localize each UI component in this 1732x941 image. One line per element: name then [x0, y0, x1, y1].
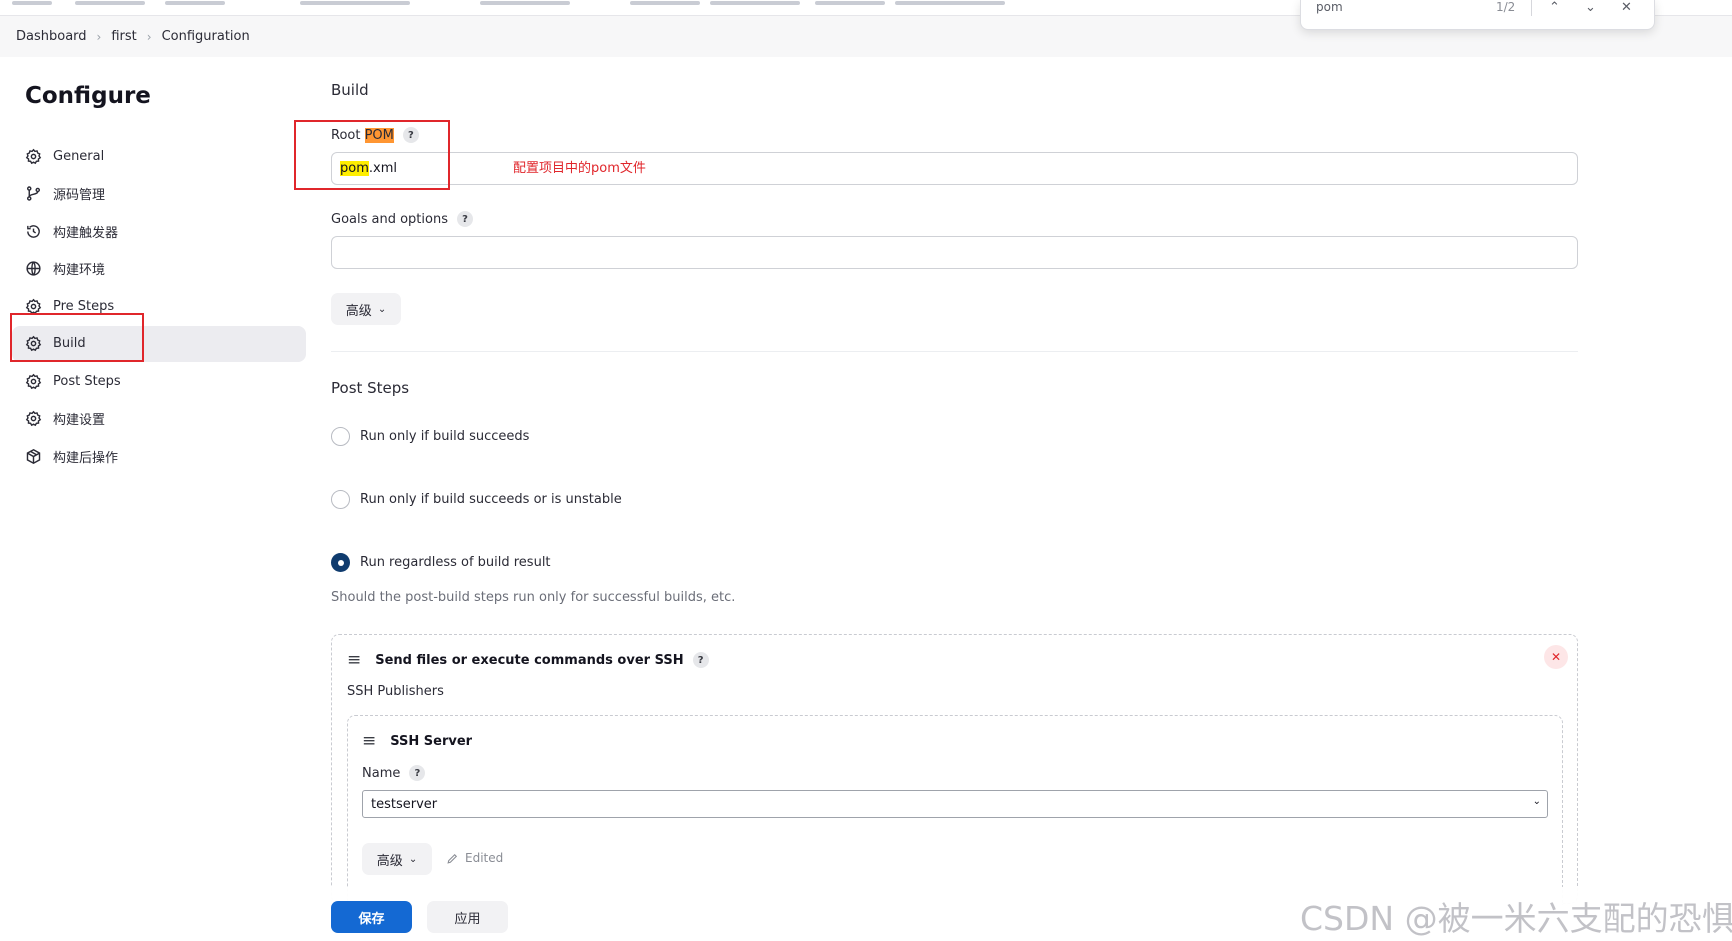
goals-label-text: Goals and options	[331, 211, 448, 227]
gear-icon	[25, 373, 42, 389]
radio-label: Run only if build succeeds	[360, 429, 530, 444]
gear-icon	[25, 148, 42, 164]
gear-icon	[25, 410, 42, 427]
chevron-down-icon: ⌄	[408, 853, 418, 865]
sidebar-item-general[interactable]: General	[12, 138, 306, 174]
find-divider	[1531, 0, 1532, 16]
sidebar-item-label: 源码管理	[53, 188, 106, 203]
advanced-button-label: 高级	[345, 303, 372, 319]
radio-label: Run regardless of build result	[360, 555, 551, 570]
sidebar-item-post-steps[interactable]: Post Steps	[12, 363, 306, 399]
post-steps-section-title: Post Steps	[331, 379, 410, 397]
sidebar-item-label: 构建环境	[53, 263, 106, 278]
sidebar-item-scm[interactable]: 源码管理	[12, 176, 306, 212]
server-name-value: testserver	[371, 796, 438, 812]
sidebar-item-post-build-actions[interactable]: 构建后操作	[12, 438, 306, 474]
server-name-label: Name ?	[362, 765, 426, 781]
close-icon[interactable]: ✕	[1544, 645, 1568, 669]
sidebar-item-environment[interactable]: 构建环境	[12, 251, 306, 287]
server-name-label-text: Name	[362, 765, 401, 781]
find-in-page-bar: pom 1/2 ⌃ ⌄ ✕	[1300, 0, 1655, 30]
ssh-card-title-text: Send files or execute commands over SSH	[375, 652, 684, 668]
annotation-box-root-pom	[294, 120, 450, 190]
breadcrumb-first[interactable]: first	[111, 29, 136, 44]
radio-run-if-succeeds-or-unstable[interactable]: Run only if build succeeds or is unstabl…	[331, 490, 622, 509]
radio-run-regardless[interactable]: Run regardless of build result	[331, 553, 551, 572]
breadcrumb-separator-icon: ›	[146, 29, 152, 44]
radio-label: Run only if build succeeds or is unstabl…	[360, 492, 622, 507]
help-icon[interactable]: ?	[409, 765, 426, 781]
section-divider	[331, 351, 1578, 352]
goals-input[interactable]	[331, 236, 1578, 269]
branch-icon	[26, 186, 41, 201]
ssh-server-card: ≡ SSH Server Name ? testserver ⌄ 高级 ⌄ Ed…	[347, 715, 1563, 905]
goals-label: Goals and options ?	[331, 211, 473, 227]
edited-indicator: Edited	[446, 851, 503, 865]
chevron-down-icon: ⌄	[377, 303, 387, 315]
sidebar-item-triggers[interactable]: 构建触发器	[12, 213, 306, 249]
pencil-icon	[447, 853, 458, 864]
advanced-button-label: 高级	[376, 853, 403, 869]
server-advanced-button[interactable]: 高级 ⌄	[362, 843, 432, 875]
radio-button[interactable]	[331, 490, 350, 509]
help-icon[interactable]: ?	[456, 211, 473, 227]
annotation-box-build	[10, 313, 144, 362]
sidebar-item-label: 构建后操作	[53, 450, 119, 466]
sidebar-item-label: Post Steps	[53, 373, 121, 389]
breadcrumb-separator-icon: ›	[96, 29, 102, 44]
ssh-publishers-label: SSH Publishers	[347, 684, 444, 699]
radio-button-checked[interactable]	[331, 553, 350, 572]
ssh-server-title-text: SSH Server	[390, 733, 473, 749]
advanced-button[interactable]: 高级 ⌄	[331, 293, 401, 325]
sidebar-title: Configure	[25, 83, 151, 109]
globe-icon	[26, 261, 41, 276]
build-section-title: Build	[331, 81, 369, 99]
radio-button[interactable]	[331, 427, 350, 446]
breadcrumb-dashboard[interactable]: Dashboard	[16, 29, 87, 44]
find-input[interactable]: pom	[1316, 0, 1343, 14]
help-icon[interactable]: ?	[692, 652, 709, 668]
ssh-card-title: ≡ Send files or execute commands over SS…	[347, 650, 709, 670]
radio-run-if-succeeds[interactable]: Run only if build succeeds	[331, 427, 529, 446]
save-button[interactable]: 保存	[331, 901, 412, 933]
edited-label: Edited	[465, 851, 504, 865]
sidebar-item-label: 构建设置	[53, 413, 106, 428]
sidebar-nav: General 源码管理 构建触发器 构建环境 Pre Steps Build …	[12, 138, 306, 476]
find-previous-icon[interactable]: ⌃	[1549, 0, 1560, 15]
post-steps-hint: Should the post-build steps run only for…	[331, 590, 736, 605]
sidebar-item-label: General	[53, 148, 105, 164]
sidebar-item-label: Pre Steps	[53, 298, 115, 314]
gear-icon	[25, 298, 42, 314]
clock-icon	[27, 224, 40, 238]
watermark: CSDN @被一米六支配的恐惧	[1300, 899, 1732, 938]
sidebar-item-build-settings[interactable]: 构建设置	[12, 401, 306, 437]
drag-handle-icon[interactable]: ≡	[362, 731, 376, 751]
annotation-note: 配置项目中的pom文件	[513, 161, 646, 176]
server-name-select[interactable]: testserver ⌄	[362, 790, 1548, 818]
drag-handle-icon[interactable]: ≡	[347, 650, 361, 670]
sidebar-item-label: 构建触发器	[53, 225, 119, 241]
package-icon	[26, 448, 41, 464]
chevron-down-icon: ⌄	[1532, 796, 1541, 807]
ssh-publisher-card: ≡ Send files or execute commands over SS…	[331, 634, 1578, 905]
ssh-server-title: ≡ SSH Server	[362, 731, 472, 751]
find-close-icon[interactable]: ✕	[1621, 0, 1632, 15]
breadcrumb-configuration[interactable]: Configuration	[162, 29, 250, 44]
apply-button[interactable]: 应用	[427, 901, 508, 933]
find-match-count: 1/2	[1496, 0, 1516, 14]
find-next-icon[interactable]: ⌄	[1585, 0, 1596, 15]
